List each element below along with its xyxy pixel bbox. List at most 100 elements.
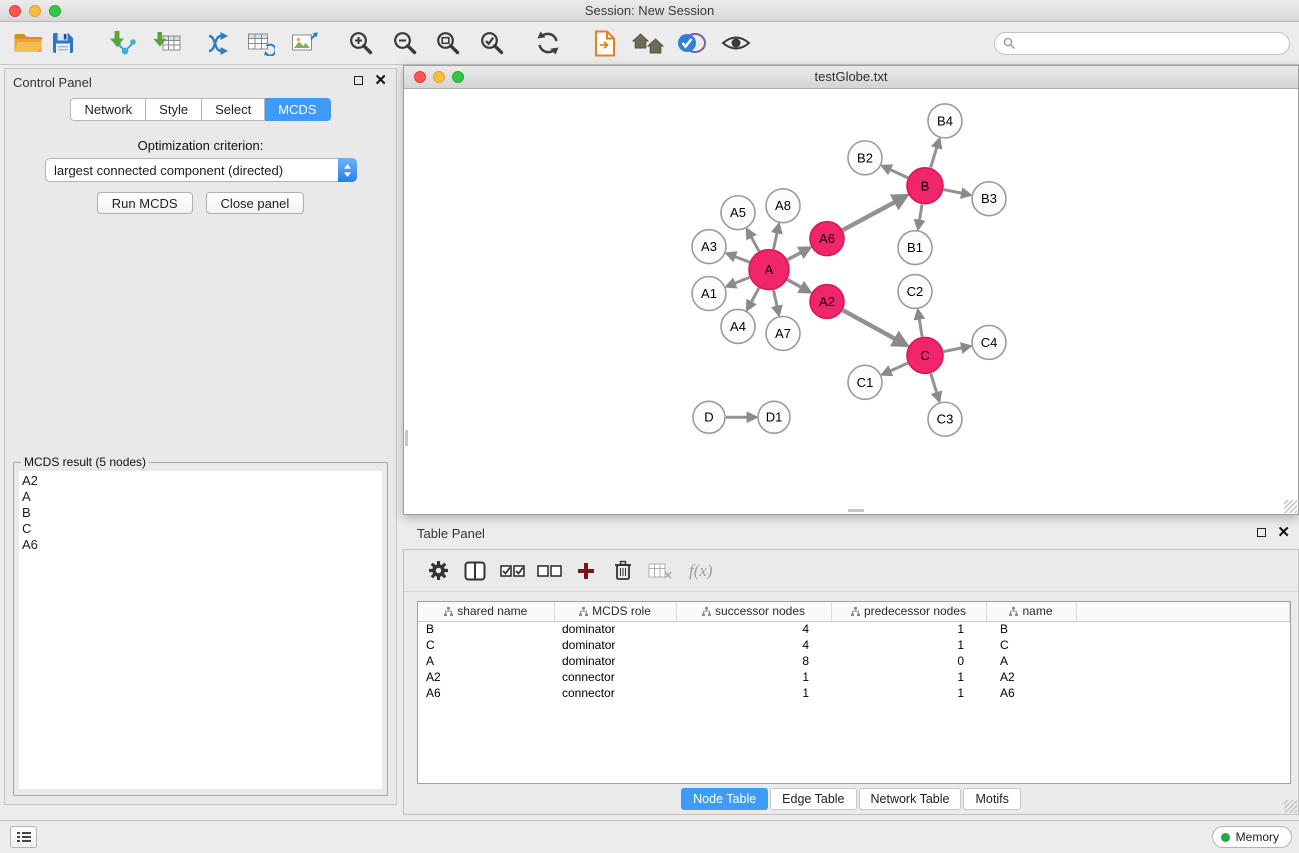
tab-select[interactable]: Select [202,98,265,121]
table-resize-grip[interactable] [1284,800,1297,813]
table-cell[interactable]: 1 [831,685,986,701]
zoom-out-button[interactable] [388,27,422,59]
graph-edge-B-B3[interactable] [944,190,970,195]
search-input[interactable] [1016,37,1289,51]
graph-node-C3[interactable]: C3 [928,402,962,436]
close-panel-icon[interactable]: ✕ [374,75,387,86]
tab-style[interactable]: Style [146,98,202,121]
graph-node-C[interactable]: C [907,337,943,373]
import-network-button[interactable] [105,27,139,59]
graph-node-C2[interactable]: C2 [898,275,932,309]
table-cell[interactable]: A6 [418,685,554,701]
tab-mcds[interactable]: MCDS [265,98,330,121]
table-cell[interactable]: 8 [676,653,831,669]
table-cell[interactable]: C [418,637,554,653]
close-panel-button[interactable]: Close panel [206,192,305,214]
tab-motifs[interactable]: Motifs [963,788,1020,810]
table-cell[interactable]: connector [554,669,676,685]
column-header-successor-nodes[interactable]: successor nodes [676,602,831,621]
graph-edge-C-C1[interactable] [883,363,908,374]
graph-node-D[interactable]: D [693,401,725,433]
zoom-network-window-button[interactable] [452,71,464,83]
table-cell[interactable]: 4 [676,621,831,637]
graph-node-C4[interactable]: C4 [972,325,1006,359]
table-cell[interactable]: 1 [676,669,831,685]
show-columns-button[interactable] [461,557,489,585]
table-row[interactable]: Adominator80A [418,653,1290,669]
table-cell[interactable]: B [418,621,554,637]
graph-node-B3[interactable]: B3 [972,182,1006,216]
column-header-mcds-role[interactable]: MCDS role [554,602,676,621]
show-all-button[interactable] [631,27,665,59]
mcds-result-item[interactable]: C [22,521,382,537]
refresh-button[interactable] [531,27,565,59]
table-cell[interactable]: A [418,653,554,669]
graph-edge-C-C3[interactable] [931,373,939,400]
table-cell[interactable]: 1 [831,637,986,653]
column-header-predecessor-nodes[interactable]: predecessor nodes [831,602,986,621]
mcds-result-item[interactable]: A [22,489,382,505]
graph-node-A2[interactable]: A2 [810,285,844,319]
criterion-dropdown[interactable]: largest connected component (directed) [45,158,357,182]
table-cell[interactable]: dominator [554,637,676,653]
zoom-selected-button[interactable] [475,27,509,59]
vertical-scrollbar-thumb[interactable] [405,430,408,446]
minimize-window-button[interactable] [29,5,41,17]
show-hide-button[interactable] [719,27,753,59]
graph-edge-C-C4[interactable] [944,346,970,351]
zoom-in-button[interactable] [344,27,378,59]
delete-table-button[interactable] [646,557,674,585]
function-builder-button[interactable]: f(x) [689,561,713,581]
open-recent-file-button[interactable] [588,27,622,59]
graph-node-B2[interactable]: B2 [848,141,882,175]
graph-node-C1[interactable]: C1 [848,365,882,399]
add-column-button[interactable] [572,557,600,585]
mcds-result-item[interactable]: A2 [22,473,382,489]
table-cell[interactable]: A [986,653,1076,669]
graph-node-A6[interactable]: A6 [810,222,844,256]
new-network-button[interactable] [201,27,235,59]
mcds-result-item[interactable]: B [22,505,382,521]
show-panels-button[interactable] [10,826,37,848]
table-settings-button[interactable] [424,557,452,585]
graph-edge-A-A4[interactable] [748,288,759,309]
select-all-button[interactable] [498,557,526,585]
memory-button[interactable]: Memory [1212,826,1292,848]
tab-network-table[interactable]: Network Table [859,788,962,810]
select-mode-button[interactable] [674,27,708,59]
table-row[interactable]: A6connector11A6 [418,685,1290,701]
graph-edge-A-A1[interactable] [728,277,750,286]
column-header-shared-name[interactable]: shared name [418,602,554,621]
open-session-button[interactable] [11,27,45,59]
graph-edge-A-A3[interactable] [728,254,750,262]
table-cell[interactable]: 1 [831,669,986,685]
graph-node-D1[interactable]: D1 [758,401,790,433]
graph-node-A4[interactable]: A4 [721,309,755,343]
delete-column-button[interactable] [609,557,637,585]
export-image-button[interactable] [288,27,322,59]
table-cell[interactable]: B [986,621,1076,637]
deselect-all-button[interactable] [535,557,563,585]
graph-edge-A-A5[interactable] [748,230,759,251]
table-cell[interactable]: A2 [986,669,1076,685]
graph-node-A8[interactable]: A8 [766,189,800,223]
float-panel-icon[interactable] [354,76,363,85]
graph-edge-B-B2[interactable] [883,166,908,177]
mcds-result-list[interactable]: A2ABCA6 [19,471,382,789]
graph-edge-A-A7[interactable] [774,290,779,314]
graph-edge-A6-B[interactable] [843,196,905,230]
table-cell[interactable]: dominator [554,653,676,669]
column-header-name[interactable]: name [986,602,1076,621]
import-table-button[interactable] [150,27,184,59]
graph-edge-B-B1[interactable] [918,205,922,228]
graph-node-B[interactable]: B [907,168,943,204]
table-cell[interactable]: 1 [831,621,986,637]
graph-node-B1[interactable]: B1 [898,231,932,265]
table-cell[interactable]: C [986,637,1076,653]
resize-grip[interactable] [1284,500,1297,513]
graph-node-A1[interactable]: A1 [692,277,726,311]
close-window-button[interactable] [9,5,21,17]
new-table-button[interactable] [244,27,278,59]
graph-node-B4[interactable]: B4 [928,104,962,138]
table-row[interactable]: A2connector11A2 [418,669,1290,685]
